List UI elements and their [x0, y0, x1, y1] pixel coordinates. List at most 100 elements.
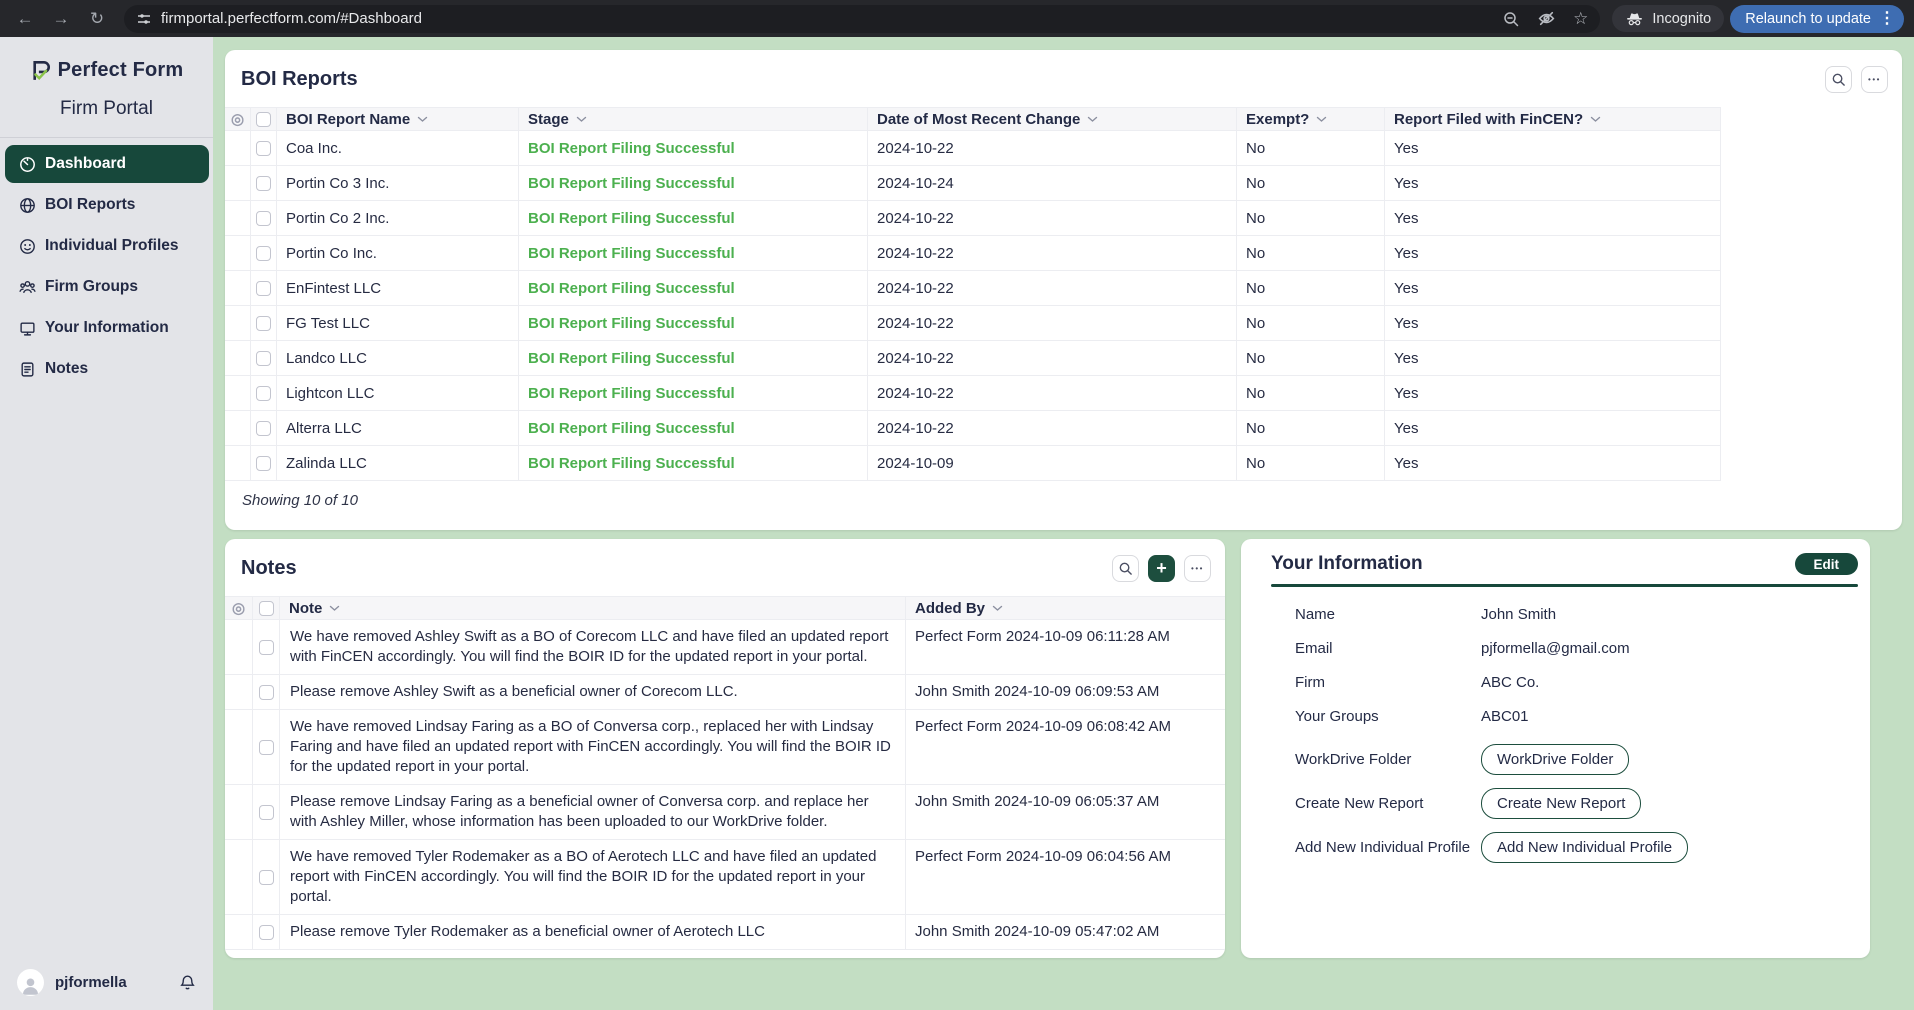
- table-row[interactable]: Lightcon LLC BOI Report Filing Successfu…: [225, 376, 1721, 411]
- incognito-icon: [1625, 12, 1644, 26]
- sidebar-item-dashboard[interactable]: Dashboard: [5, 145, 209, 183]
- notes-more-button[interactable]: •••: [1184, 555, 1211, 582]
- list-item[interactable]: Please remove Lindsay Faring as a benefi…: [225, 785, 1225, 840]
- workdrive-folder-button[interactable]: WorkDrive Folder: [1481, 744, 1630, 775]
- cell-report-name: Landco LLC: [277, 341, 519, 376]
- ellipsis-icon: •••: [1868, 75, 1881, 84]
- sidebar-item-your-information[interactable]: Your Information: [5, 309, 209, 347]
- column-header-note[interactable]: Note: [280, 596, 906, 620]
- eye-off-icon[interactable]: [1537, 9, 1556, 28]
- notes-table: ◎ Note Added By We have removed Ashley S…: [225, 596, 1225, 950]
- column-header-filed[interactable]: Report Filed with FinCEN?: [1385, 107, 1721, 131]
- column-header-report-name[interactable]: BOI Report Name: [277, 107, 519, 131]
- url-text[interactable]: firmportal.perfectform.com/#Dashboard: [161, 10, 422, 27]
- list-item[interactable]: We have removed Ashley Swift as a BO of …: [225, 620, 1225, 675]
- notes-search-button[interactable]: [1112, 555, 1139, 582]
- row-checkbox[interactable]: [256, 280, 271, 296]
- column-header-exempt[interactable]: Exempt?: [1237, 107, 1385, 131]
- boi-more-button[interactable]: •••: [1861, 66, 1888, 93]
- add-note-button[interactable]: +: [1148, 555, 1175, 582]
- table-row[interactable]: Coa Inc. BOI Report Filing Successful 20…: [225, 131, 1721, 166]
- boi-reports-panel: BOI Reports ••• ◎ BOI Report Name Stage …: [225, 50, 1902, 530]
- table-row[interactable]: FG Test LLC BOI Report Filing Successful…: [225, 306, 1721, 341]
- bookmark-star-icon[interactable]: ☆: [1573, 10, 1588, 27]
- row-checkbox[interactable]: [256, 315, 271, 331]
- notifications-bell-icon[interactable]: [179, 974, 196, 991]
- add-new-individual-profile-button[interactable]: Add New Individual Profile: [1481, 832, 1689, 863]
- sidebar-item-label: Notes: [45, 360, 89, 377]
- your-information-panel: Your Information Edit Name John Smith Em…: [1241, 539, 1870, 958]
- sidebar-item-individual-profiles[interactable]: Individual Profiles: [5, 227, 209, 265]
- cell-added-by: Perfect Form 2024-10-09 06:08:42 AM: [906, 710, 1225, 785]
- browser-toolbar: ← → ↻ firmportal.perfectform.com/#Dashbo…: [0, 0, 1914, 37]
- list-item[interactable]: Please remove Tyler Rodemaker as a benef…: [225, 915, 1225, 950]
- row-checkbox[interactable]: [256, 140, 271, 156]
- browser-menu-icon[interactable]: ⋮: [1879, 10, 1895, 27]
- select-all-checkbox[interactable]: [256, 111, 271, 127]
- cell-stage: BOI Report Filing Successful: [519, 306, 868, 341]
- boi-search-button[interactable]: [1825, 66, 1852, 93]
- browser-reload-icon[interactable]: ↻: [82, 4, 112, 34]
- row-checkbox[interactable]: [256, 385, 271, 401]
- table-row[interactable]: EnFintest LLC BOI Report Filing Successf…: [225, 271, 1721, 306]
- table-row[interactable]: Portin Co Inc. BOI Report Filing Success…: [225, 236, 1721, 271]
- cell-exempt: No: [1237, 166, 1385, 201]
- column-header-date[interactable]: Date of Most Recent Change: [868, 107, 1237, 131]
- select-all-target-icon[interactable]: ◎: [232, 601, 245, 616]
- row-checkbox[interactable]: [258, 869, 274, 885]
- column-header-added-by[interactable]: Added By: [906, 596, 1225, 620]
- cell-date: 2024-10-22: [868, 131, 1237, 166]
- site-controls-icon[interactable]: [136, 11, 152, 27]
- cell-added-by: Perfect Form 2024-10-09 06:11:28 AM: [906, 620, 1225, 675]
- cell-added-by: Perfect Form 2024-10-09 06:04:56 AM: [906, 840, 1225, 915]
- monitor-icon: [18, 320, 36, 337]
- list-item[interactable]: We have removed Lindsay Faring as a BO o…: [225, 710, 1225, 785]
- row-checkbox[interactable]: [256, 420, 271, 436]
- list-item[interactable]: Please remove Ashley Swift as a benefici…: [225, 675, 1225, 710]
- address-bar[interactable]: firmportal.perfectform.com/#Dashboard ☆: [124, 4, 1601, 33]
- table-row[interactable]: Landco LLC BOI Report Filing Successful …: [225, 341, 1721, 376]
- table-row[interactable]: Portin Co 3 Inc. BOI Report Filing Succe…: [225, 166, 1721, 201]
- sidebar-item-firm-groups[interactable]: Firm Groups: [5, 268, 209, 306]
- cell-note: Please remove Ashley Swift as a benefici…: [280, 675, 906, 710]
- row-checkbox[interactable]: [256, 245, 271, 261]
- cell-date: 2024-10-22: [868, 411, 1237, 446]
- zoom-out-icon[interactable]: [1502, 10, 1520, 28]
- cell-date: 2024-10-22: [868, 376, 1237, 411]
- cell-filed: Yes: [1385, 201, 1721, 236]
- title-underline: [1271, 584, 1858, 587]
- column-header-stage[interactable]: Stage: [519, 107, 868, 131]
- list-item[interactable]: We have removed Tyler Rodemaker as a BO …: [225, 840, 1225, 915]
- row-checkbox[interactable]: [256, 175, 271, 191]
- info-row-create-report: Create New Report Create New Report: [1271, 788, 1858, 819]
- relaunch-to-update-button[interactable]: Relaunch to update ⋮: [1730, 4, 1904, 33]
- user-chip[interactable]: pjformella: [0, 969, 213, 996]
- cell-filed: Yes: [1385, 376, 1721, 411]
- table-row[interactable]: Alterra LLC BOI Report Filing Successful…: [225, 411, 1721, 446]
- sidebar-item-boi-reports[interactable]: BOI Reports: [5, 186, 209, 224]
- row-checkbox[interactable]: [258, 924, 274, 940]
- row-checkbox[interactable]: [256, 210, 271, 226]
- select-all-checkbox[interactable]: [258, 600, 274, 616]
- table-row[interactable]: Zalinda LLC BOI Report Filing Successful…: [225, 446, 1721, 481]
- select-all-target-icon[interactable]: ◎: [231, 112, 244, 127]
- row-checkbox[interactable]: [258, 684, 274, 700]
- sidebar-item-notes[interactable]: Notes: [5, 350, 209, 388]
- row-checkbox[interactable]: [256, 455, 271, 471]
- row-checkbox[interactable]: [258, 639, 274, 655]
- perfect-form-logo-icon: [30, 59, 53, 82]
- browser-forward-icon[interactable]: →: [46, 4, 76, 34]
- field-value: pjformella@gmail.com: [1481, 640, 1630, 657]
- create-new-report-button[interactable]: Create New Report: [1481, 788, 1642, 819]
- table-row[interactable]: Portin Co 2 Inc. BOI Report Filing Succe…: [225, 201, 1721, 236]
- row-checkbox[interactable]: [258, 804, 274, 820]
- row-checkbox[interactable]: [258, 739, 274, 755]
- edit-button[interactable]: Edit: [1794, 553, 1858, 575]
- sort-chevron-icon: [1088, 116, 1098, 122]
- cell-filed: Yes: [1385, 446, 1721, 481]
- cell-stage: BOI Report Filing Successful: [519, 166, 868, 201]
- row-checkbox[interactable]: [256, 350, 271, 366]
- cell-exempt: No: [1237, 411, 1385, 446]
- field-label: Name: [1295, 606, 1336, 623]
- browser-back-icon[interactable]: ←: [10, 4, 40, 34]
